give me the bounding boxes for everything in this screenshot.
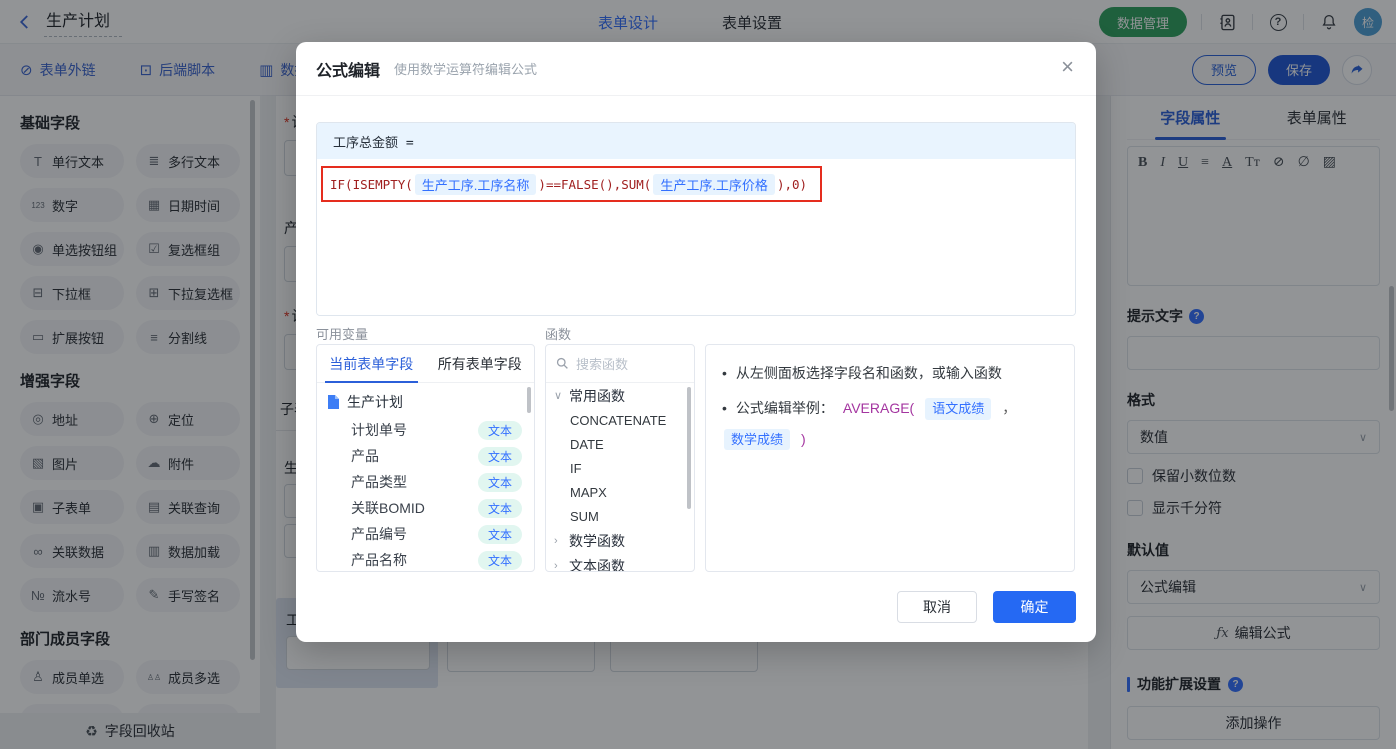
chevron-right-icon: › xyxy=(554,534,558,547)
variable-row[interactable]: 产品 文本 xyxy=(317,443,534,469)
form-tree-root[interactable]: 生产计划 xyxy=(317,383,534,417)
modal-title: 公式编辑 xyxy=(316,62,381,80)
variable-type-badge: 文本 xyxy=(477,446,522,466)
bullet-icon: • xyxy=(722,365,727,381)
search-icon xyxy=(556,357,568,369)
function-item-MAPX[interactable]: MAPX xyxy=(546,480,694,504)
variable-row[interactable]: 产品名称 文本 xyxy=(317,547,534,571)
close-icon[interactable]: × xyxy=(1061,56,1074,78)
function-item-IF[interactable]: IF xyxy=(546,456,694,480)
function-group-文本函数[interactable]: › 文本函数 xyxy=(546,553,694,572)
function-group-数学函数[interactable]: › 数学函数 xyxy=(546,528,694,553)
app: 生产计划 表单设计 表单设置 数据管理 ? 检 ⊘ 表单外链 ⊡ 后端脚本 ▥ … xyxy=(0,0,1396,749)
help-tip: • 从左侧面板选择字段名和函数，或输入函数 xyxy=(722,363,1058,384)
variable-name: 产品名称 xyxy=(351,552,407,568)
variable-name: 产品类型 xyxy=(351,474,407,490)
variable-name: 计划单号 xyxy=(351,422,407,438)
example-field-chip: 数学成绩 xyxy=(724,428,791,450)
functions-panel: 搜索函数 ∨ 常用函数 CONCATENATE DATE IF MAPX SUM › 数学函数 ›… xyxy=(545,344,695,572)
function-group-label: 数学函数 xyxy=(569,532,625,549)
modal-header: 公式编辑 使用数学运算符编辑公式 xyxy=(296,42,1096,96)
variable-name: 产品 xyxy=(351,448,379,464)
help-text: ， xyxy=(1002,400,1017,417)
confirm-button[interactable]: 确定 xyxy=(993,591,1076,623)
variable-type-badge: 文本 xyxy=(477,420,522,440)
variables-panel: 当前表单字段 所有表单字段 生产计划 计划单号 文本 产品 文本 产品类型 文本 关联BOMI… xyxy=(316,344,535,572)
formula-target: 工序总金额 = xyxy=(317,123,1075,159)
help-tip: • 公式编辑举例： AVERAGE( 语文成绩 ， 数学成绩) xyxy=(722,398,1058,450)
help-text: 从左侧面板选择字段名和函数，或输入函数 xyxy=(735,365,1002,381)
search-placeholder: 搜索函数 xyxy=(576,357,629,372)
modal-subtitle: 使用数学运算符编辑公式 xyxy=(394,62,538,77)
bullet-icon: • xyxy=(722,400,727,417)
formula-code: IF(ISEMPTY( xyxy=(330,176,413,192)
tab-current-form-fields[interactable]: 当前表单字段 xyxy=(317,345,426,383)
help-panel: • 从左侧面板选择字段名和函数，或输入函数 • 公式编辑举例： AVERAGE( 语文成绩… xyxy=(705,344,1075,572)
chevron-down-icon: ∨ xyxy=(554,390,563,402)
formula-box: 工序总金额 = IF(ISEMPTY(生产工序.工序名称)==FALSE(),S… xyxy=(316,122,1076,316)
variable-name: 产品编号 xyxy=(351,526,407,542)
example-field-chip: 语文成绩 xyxy=(925,398,992,420)
variable-type-badge: 文本 xyxy=(477,472,522,492)
variable-type-badge: 文本 xyxy=(477,524,522,544)
formula-editor-modal: 公式编辑 使用数学运算符编辑公式 × 工序总金额 = IF(ISEMPTY(生产… xyxy=(296,42,1096,642)
variables-label: 可用变量 xyxy=(316,327,369,342)
function-group-label: 常用函数 xyxy=(569,387,625,404)
help-text: ) xyxy=(801,430,806,447)
help-text: 公式编辑举例： xyxy=(735,400,834,417)
function-group-常用函数[interactable]: ∨ 常用函数 xyxy=(546,383,694,408)
function-item-CONCATENATE[interactable]: CONCATENATE xyxy=(546,408,694,432)
variable-row[interactable]: 关联BOMID 文本 xyxy=(317,495,534,521)
functions-label: 函数 xyxy=(545,327,572,342)
variable-name: 关联BOMID xyxy=(351,500,425,516)
function-item-SUM[interactable]: SUM xyxy=(546,504,694,528)
annotation-rectangle: IF(ISEMPTY(生产工序.工序名称)==FALSE(),SUM(生产工序.… xyxy=(321,166,822,202)
help-text: AVERAGE( xyxy=(842,400,915,417)
variable-type-badge: 文本 xyxy=(477,498,522,518)
function-search[interactable]: 搜索函数 xyxy=(546,345,694,383)
variable-row[interactable]: 计划单号 文本 xyxy=(317,417,534,443)
functions-scrollbar[interactable] xyxy=(687,387,691,509)
formula-field-chip: 生产工序.工序名称 xyxy=(414,173,537,195)
formula-code: )==FALSE(),SUM( xyxy=(538,176,652,192)
document-icon xyxy=(328,395,339,409)
variable-type-badge: 文本 xyxy=(477,550,522,570)
function-group-label: 文本函数 xyxy=(569,557,625,572)
formula-code: ),0) xyxy=(776,176,808,192)
chevron-right-icon: › xyxy=(554,559,558,572)
formula-input-area[interactable]: IF(ISEMPTY(生产工序.工序名称)==FALSE(),SUM(生产工序.… xyxy=(317,159,1075,315)
variables-scrollbar[interactable] xyxy=(527,387,531,413)
formula-field-chip: 生产工序.工序价格 xyxy=(653,173,775,195)
cancel-button[interactable]: 取消 xyxy=(897,591,977,623)
variable-row[interactable]: 产品编号 文本 xyxy=(317,521,534,547)
function-item-DATE[interactable]: DATE xyxy=(546,432,694,456)
variable-row[interactable]: 产品类型 文本 xyxy=(317,469,534,495)
tab-all-form-fields[interactable]: 所有表单字段 xyxy=(426,345,535,382)
